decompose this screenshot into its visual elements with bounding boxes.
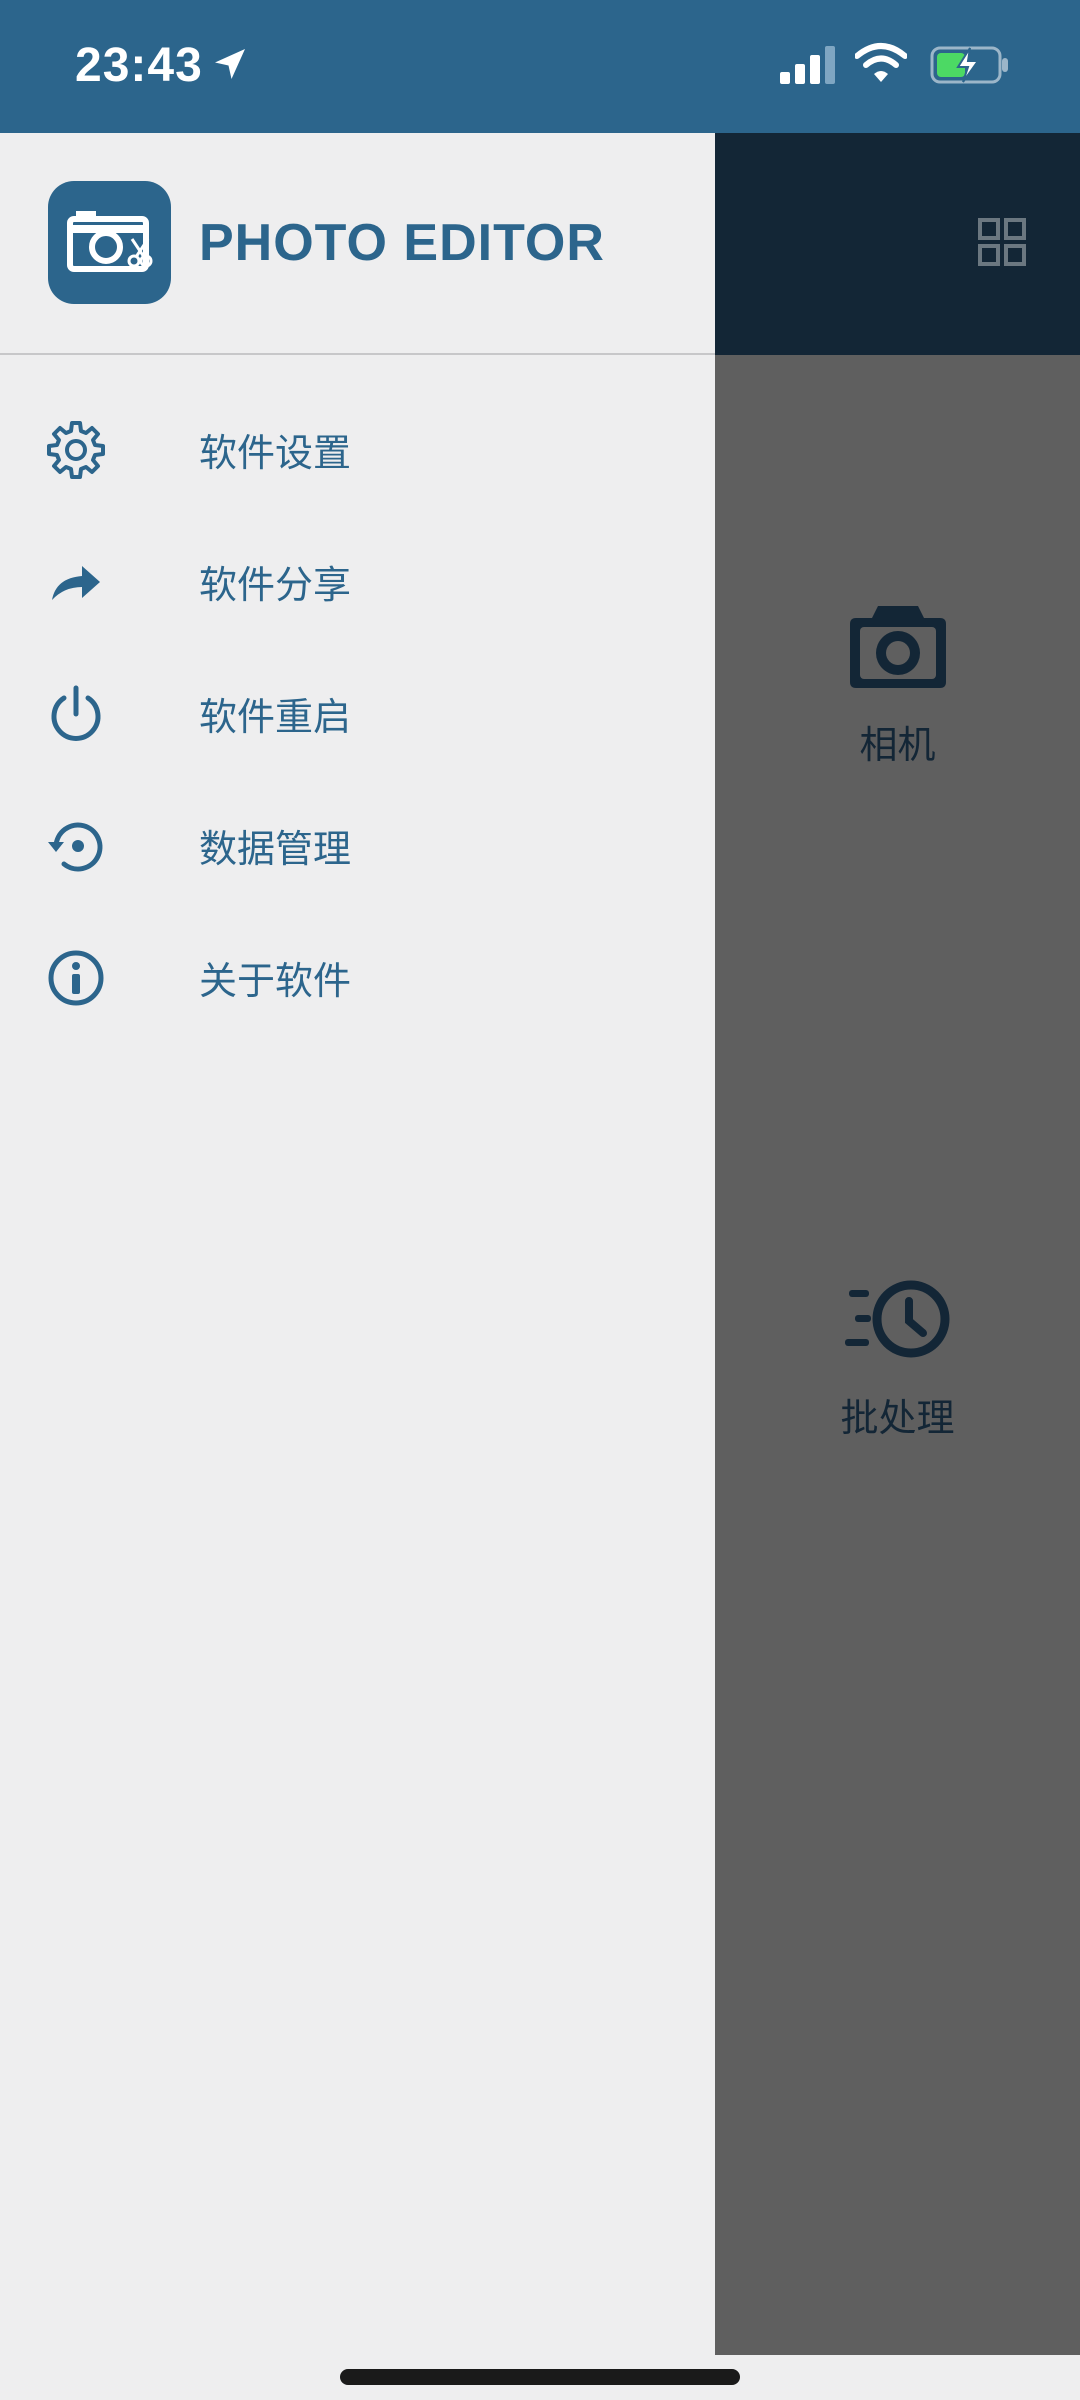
status-bar: 23:43 — [0, 0, 1080, 133]
gear-icon — [47, 421, 105, 479]
battery-charging-icon — [930, 46, 1008, 84]
menu-item-label: 关于软件 — [199, 959, 352, 1003]
grid-icon[interactable] — [978, 218, 1028, 268]
menu-item-share[interactable]: 软件分享 — [0, 510, 715, 642]
menu-item-label: 软件分享 — [199, 563, 352, 607]
menu-item-label: 软件重启 — [199, 695, 352, 739]
camera-tile-label: 相机 — [859, 723, 936, 767]
menu-item-about[interactable]: 关于软件 — [0, 906, 715, 1038]
power-icon — [51, 685, 101, 741]
camera-scissors-logo-icon — [67, 211, 153, 272]
navigation-drawer: PHOTO EDITOR 软件设置 软件分享 软件重启 数据管理 关于软件 — [0, 133, 715, 2355]
batch-tile-label: 批处理 — [840, 1396, 955, 1440]
app-logo — [48, 181, 171, 304]
info-icon — [48, 950, 104, 1006]
menu-item-restart[interactable]: 软件重启 — [0, 642, 715, 774]
menu-item-data-management[interactable]: 数据管理 — [0, 774, 715, 906]
camera-tile[interactable]: 相机 — [715, 600, 1080, 769]
share-icon — [52, 566, 100, 600]
wifi-icon — [855, 43, 907, 82]
menu-item-label: 数据管理 — [199, 827, 352, 871]
status-time: 23:43 — [75, 39, 203, 92]
camera-icon — [849, 606, 946, 688]
location-arrow-icon — [215, 49, 245, 79]
batch-tile[interactable]: 批处理 — [715, 1275, 1080, 1442]
app-title: PHOTO EDITOR — [199, 214, 605, 272]
home-indicator[interactable] — [340, 2369, 740, 2385]
menu-item-settings[interactable]: 软件设置 — [0, 378, 715, 510]
menu-item-label: 软件设置 — [199, 431, 352, 475]
cellular-signal-icon — [780, 46, 835, 84]
drawer-header: PHOTO EDITOR — [0, 133, 715, 355]
restore-icon — [48, 822, 103, 872]
batch-clock-icon — [844, 1280, 949, 1358]
